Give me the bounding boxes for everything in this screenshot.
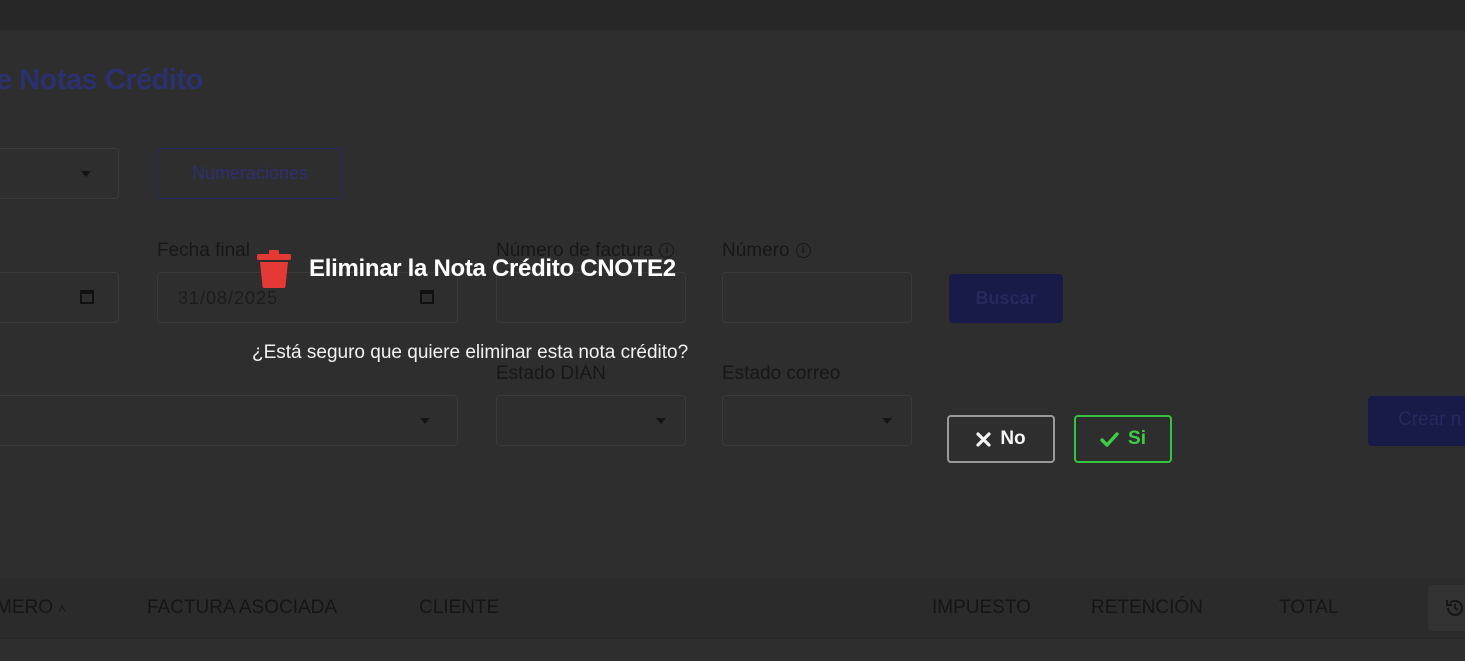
calendar-icon (420, 290, 434, 304)
chevron-down-icon (656, 418, 666, 424)
dialog-message: ¿Está seguro que quiere eliminar esta no… (252, 342, 689, 363)
chevron-down-icon (882, 418, 892, 424)
column-header-retencion[interactable]: RETENCIÓN (1091, 597, 1203, 619)
crear-nota-button[interactable]: Crear n (1368, 396, 1465, 446)
client-select[interactable] (0, 395, 458, 446)
chevron-down-icon (81, 171, 91, 177)
start-date-input[interactable] (0, 272, 119, 323)
numeraciones-button[interactable]: Numeraciones (157, 148, 343, 199)
x-icon (976, 431, 991, 447)
history-icon (1446, 599, 1463, 616)
fecha-final-label: Fecha final (157, 240, 250, 261)
history-button[interactable] (1428, 585, 1465, 631)
si-button[interactable]: Si (1074, 415, 1172, 463)
column-header-cliente[interactable]: CLIENTE (419, 597, 499, 619)
sort-up-icon: ˄ (58, 601, 66, 616)
numbering-select[interactable] (0, 148, 119, 199)
column-header-impuesto[interactable]: IMPUESTO (932, 597, 1031, 619)
column-header-factura[interactable]: FACTURA ASOCIADA (147, 597, 337, 619)
estado-dian-select[interactable] (496, 395, 686, 446)
check-icon (1100, 431, 1119, 447)
no-button[interactable]: No (947, 415, 1055, 463)
info-icon: i (795, 243, 811, 259)
estado-dian-label: Estado DIAN (496, 363, 606, 384)
number-input[interactable] (722, 272, 912, 323)
page-background (0, 30, 1465, 661)
numero-label: Número i (722, 240, 811, 262)
column-header-total[interactable]: TOTAL (1279, 597, 1338, 619)
buscar-button[interactable]: Buscar (949, 274, 1063, 323)
no-button-label: No (1000, 428, 1026, 449)
dialog-title: Eliminar la Nota Crédito CNOTE2 (309, 255, 676, 282)
column-header-numero[interactable]: MERO ˄ (0, 597, 66, 619)
estado-correo-select[interactable] (722, 395, 912, 446)
chevron-down-icon (420, 418, 430, 424)
estado-correo-label: Estado correo (722, 363, 841, 384)
page-title: e Notas Crédito (0, 64, 203, 96)
si-button-label: Si (1128, 428, 1146, 449)
top-bar (0, 0, 1465, 30)
trash-icon (257, 250, 291, 293)
calendar-icon (80, 290, 94, 304)
